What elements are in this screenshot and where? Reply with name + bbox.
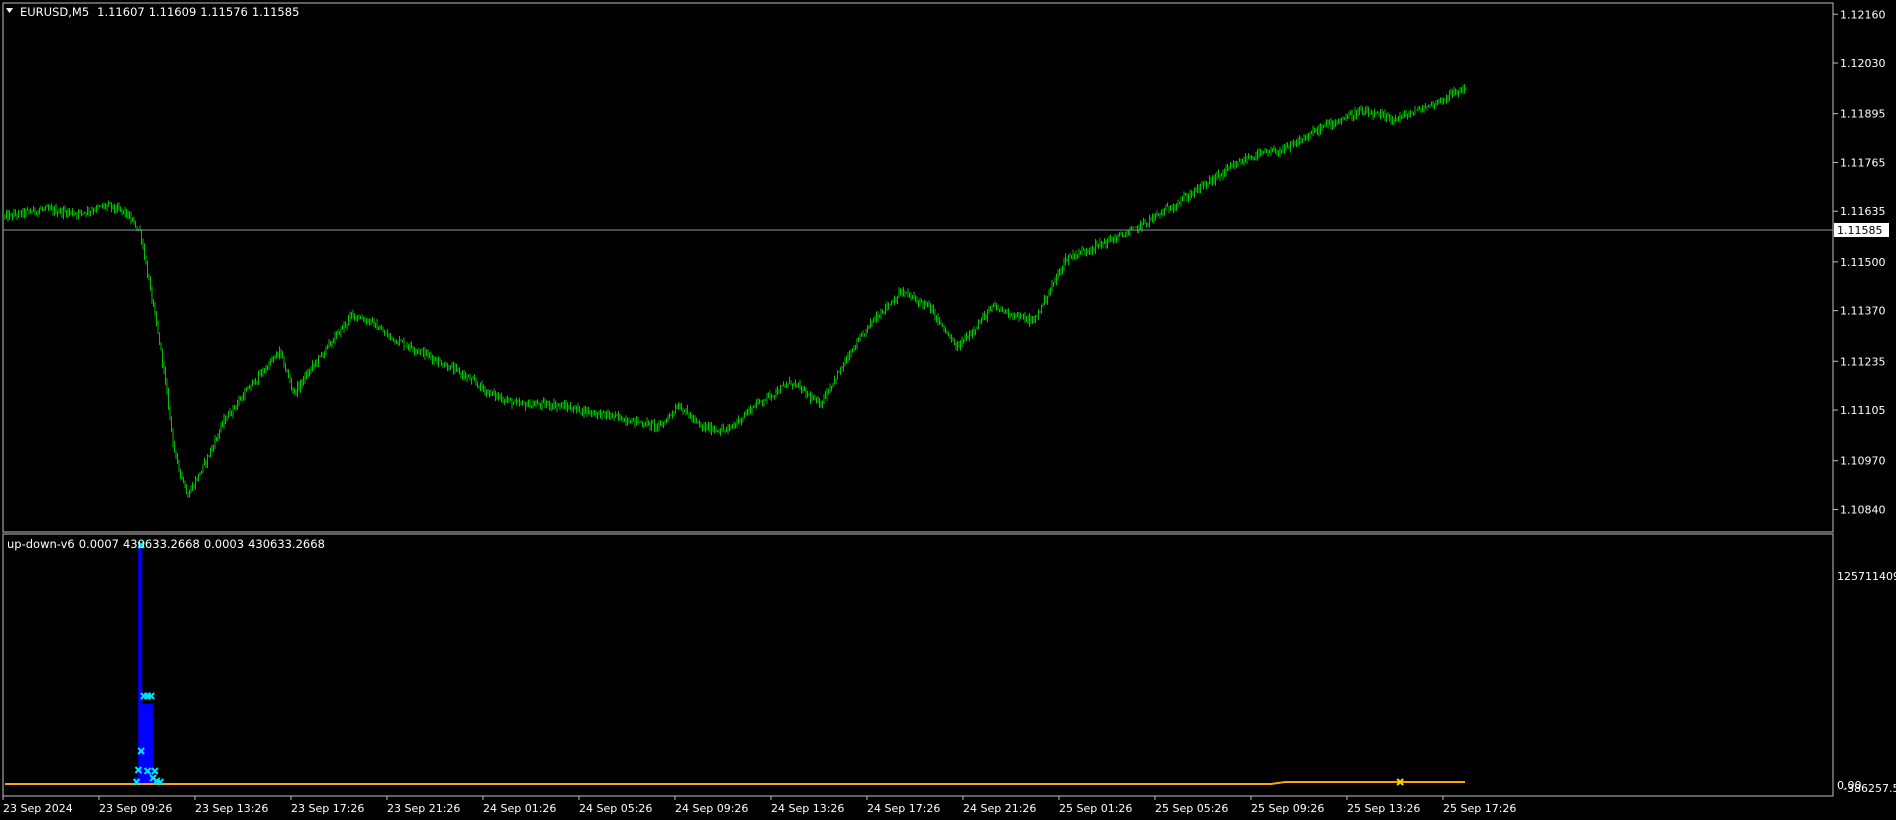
price-scale[interactable]: 1.12160 1.12030 1.11895 1.11765 1.11635 1.115… (1833, 8, 1886, 516)
indicator-value-1: 0.0007 (79, 537, 119, 551)
indicator-signal-line (5, 781, 1465, 785)
time-label: 24 Sep 17:26 (867, 802, 940, 815)
symbol-label: EURUSD,M5 (20, 5, 89, 19)
ohlc-open: 1.11607 (97, 5, 145, 19)
svg-text:EURUSD,M51.116071.116091.11576: EURUSD,M5 1.11607 1.11609 1.11576 1.11585 (20, 5, 299, 19)
x-marker (147, 692, 155, 700)
time-axis[interactable]: 23 Sep 2024 23 Sep 09:26 23 Sep 13:26 23 Se… (2, 796, 1516, 815)
indicator-name: up-down-v6 (7, 537, 75, 551)
time-label: 25 Sep 17:26 (1443, 802, 1516, 815)
indicator-markers (132, 541, 1404, 786)
indicator-pane[interactable]: up-down-v6 0.0007 430633.2668 0.0003 430633.… (2, 533, 1834, 797)
time-label: 24 Sep 05:26 (579, 802, 652, 815)
time-label: 23 Sep 17:26 (291, 802, 364, 815)
ohlc-high: 1.11609 (149, 5, 197, 19)
ohlc-close: 1.11585 (252, 5, 300, 19)
price-tick-label: 1.10840 (1840, 503, 1886, 516)
time-label: 23 Sep 21:26 (387, 802, 460, 815)
price-tick-label: 1.12160 (1840, 8, 1886, 21)
price-tick-label: 1.11895 (1840, 108, 1886, 121)
price-tick-label: 1.11765 (1840, 156, 1886, 169)
price-pane[interactable]: EURUSD,M5 1.11607 1.11609 1.11576 1.11585 (2, 2, 1834, 533)
price-pane-frame (2, 2, 1834, 533)
chart-header: EURUSD,M5 1.11607 1.11609 1.11576 1.11585 (6, 5, 299, 19)
price-tick-label: 1.12030 (1840, 57, 1886, 70)
chart-window[interactable]: EURUSD,M5 1.11607 1.11609 1.11576 1.11585 1.… (0, 0, 1896, 820)
time-label: 25 Sep 01:26 (1059, 802, 1132, 815)
current-price-tag: 1.11585 (1834, 222, 1889, 237)
indicator-scale-top: 1257114095 (1837, 570, 1896, 583)
time-label: 24 Sep 21:26 (963, 802, 1036, 815)
time-label: 23 Sep 13:26 (195, 802, 268, 815)
indicator-value-4: 430633.2668 (248, 537, 325, 551)
indicator-value-3: 0.0003 (204, 537, 244, 551)
current-price-tag-text: 1.11585 (1837, 224, 1883, 237)
price-tick-label: 1.11635 (1840, 205, 1886, 218)
candles-layer (4, 84, 1467, 498)
time-label: 24 Sep 13:26 (771, 802, 844, 815)
time-label: 23 Sep 09:26 (99, 802, 172, 815)
price-tick-label: 1.11105 (1840, 404, 1886, 417)
price-tick-label: 1.11235 (1840, 355, 1886, 368)
indicator-scale-bottom: -386257.5 (1843, 782, 1896, 795)
price-tick-label: 1.11370 (1840, 305, 1886, 318)
price-tick-label: 1.11500 (1840, 256, 1886, 269)
time-label: 25 Sep 13:26 (1347, 802, 1420, 815)
time-label: 24 Sep 01:26 (483, 802, 556, 815)
indicator-value-2: 430633.2668 (123, 537, 200, 551)
price-tick-label: 1.10970 (1840, 455, 1886, 468)
indicator-header: up-down-v6 0.0007 430633.2668 0.0003 430633.… (7, 537, 325, 551)
time-label: 25 Sep 05:26 (1155, 802, 1228, 815)
time-label: 24 Sep 09:26 (675, 802, 748, 815)
time-label: 23 Sep 2024 (3, 802, 73, 815)
ohlc-low: 1.11576 (200, 5, 248, 19)
time-label: 25 Sep 09:26 (1251, 802, 1324, 815)
triangle-down-icon[interactable] (6, 8, 13, 13)
indicator-scale[interactable]: 1257114095 0.00 -386257.5 (1837, 570, 1896, 795)
indicator-pane-frame (2, 533, 1834, 797)
